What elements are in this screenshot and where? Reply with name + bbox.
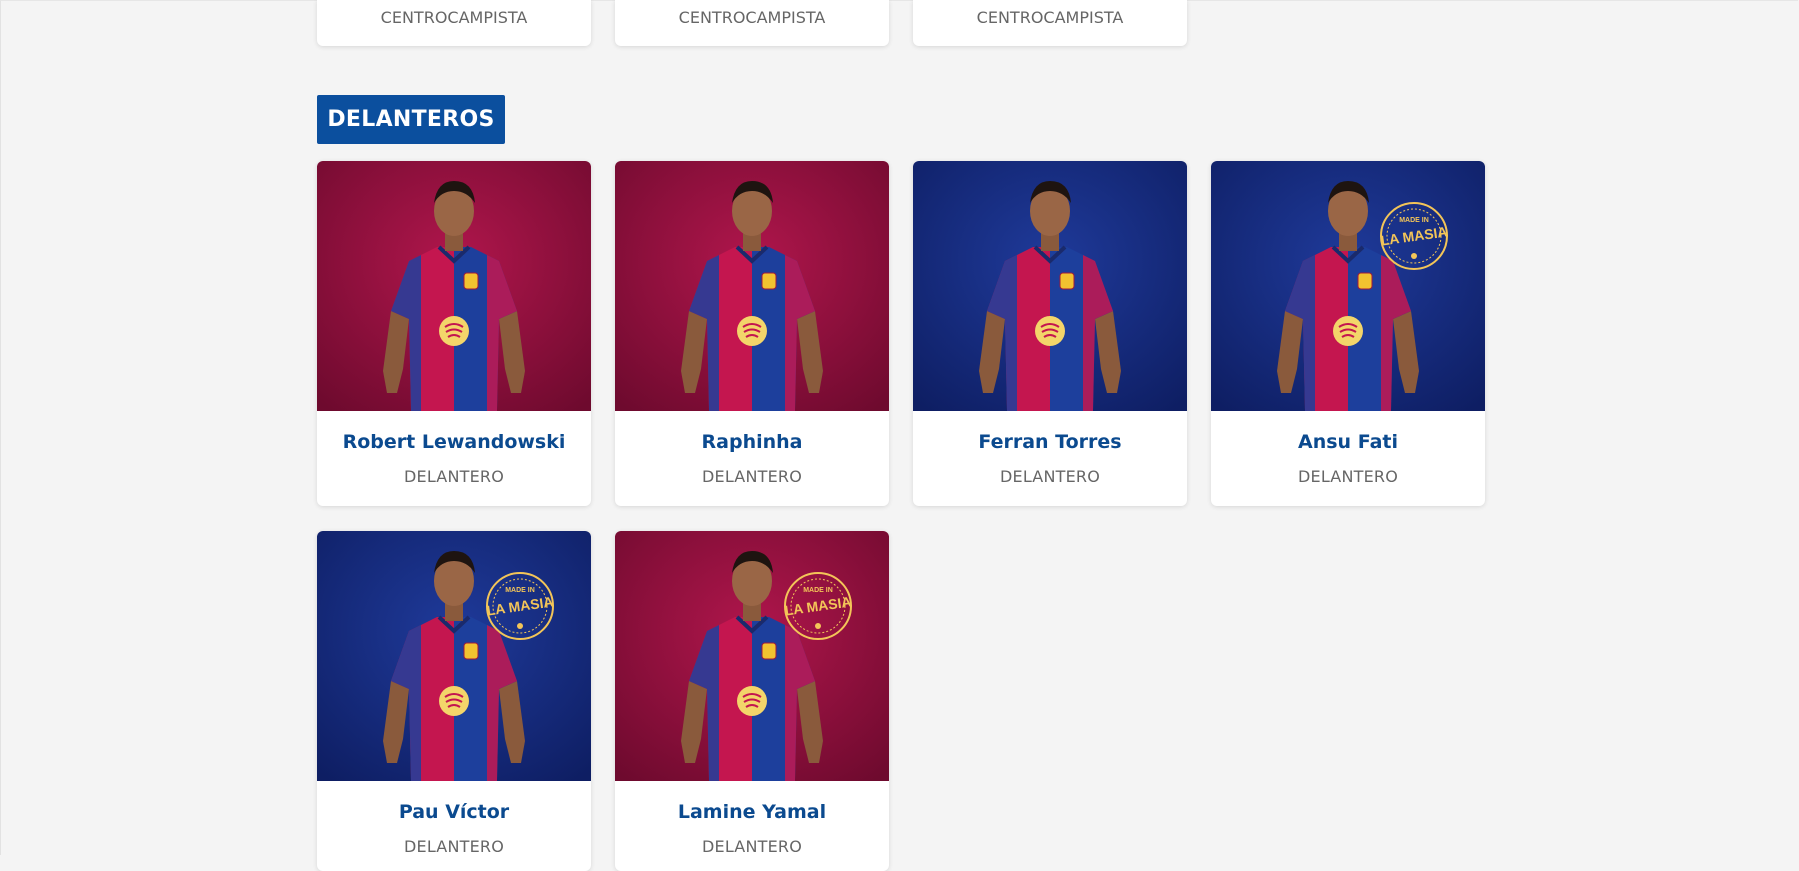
player-name[interactable]: Robert Lewandowski	[317, 431, 591, 453]
midfielder-card[interactable]: CENTROCAMPISTA	[615, 0, 889, 46]
svg-text:MADE IN: MADE IN	[803, 587, 833, 594]
player-position: DELANTERO	[701, 467, 803, 486]
player-card[interactable]: Robert Lewandowski DELANTERO	[317, 161, 591, 506]
player-name[interactable]: Ferran Torres	[913, 431, 1187, 453]
player-name[interactable]: Raphinha	[615, 431, 889, 453]
svg-text:MADE IN: MADE IN	[505, 587, 535, 594]
player-position: DELANTERO	[999, 467, 1101, 486]
player-position: DELANTERO	[1297, 467, 1399, 486]
player-card[interactable]: Ferran Torres DELANTERO	[913, 161, 1187, 506]
player-photo[interactable]	[317, 161, 591, 411]
player-position: DELANTERO	[701, 837, 803, 856]
player-position: CENTROCAMPISTA	[678, 8, 826, 27]
midfielder-card[interactable]: CENTROCAMPISTA	[913, 0, 1187, 46]
player-photo[interactable]: MADE IN LA MASIA	[1211, 161, 1485, 411]
player-name[interactable]: Lamine Yamal	[615, 801, 889, 823]
player-position: CENTROCAMPISTA	[976, 8, 1124, 27]
player-photo[interactable]	[615, 161, 889, 411]
page-frame	[0, 0, 1798, 855]
midfielder-card[interactable]: CENTROCAMPISTA	[317, 0, 591, 46]
player-card[interactable]: MADE IN LA MASIA Ansu Fati DELANTERO	[1211, 161, 1485, 506]
player-card[interactable]: Raphinha DELANTERO	[615, 161, 889, 506]
player-position: DELANTERO	[403, 837, 505, 856]
player-photo[interactable]: MADE IN LA MASIA	[615, 531, 889, 781]
player-position: DELANTERO	[403, 467, 505, 486]
player-name[interactable]: Pau Víctor	[317, 801, 591, 823]
player-position: CENTROCAMPISTA	[380, 8, 528, 27]
player-card[interactable]: MADE IN LA MASIA Lamine Yamal DELANTERO	[615, 531, 889, 871]
player-photo[interactable]: MADE IN LA MASIA	[317, 531, 591, 781]
section-title-forwards: DELANTEROS	[317, 95, 505, 144]
player-card[interactable]: MADE IN LA MASIA Pau Víctor DELANTERO	[317, 531, 591, 871]
player-photo[interactable]	[913, 161, 1187, 411]
svg-text:MADE IN: MADE IN	[1399, 217, 1429, 224]
player-name[interactable]: Ansu Fati	[1211, 431, 1485, 453]
